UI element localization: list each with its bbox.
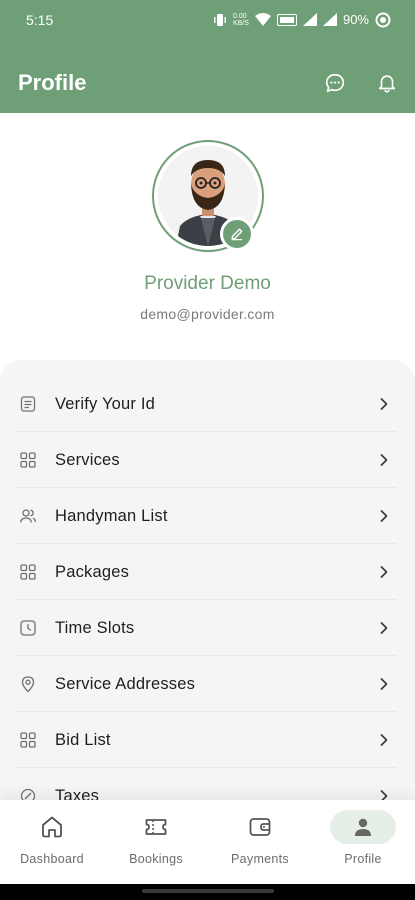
menu-item-label: Handyman List: [55, 506, 168, 525]
grid-icon: [19, 563, 37, 581]
battery-circle-icon: [375, 12, 391, 27]
nav-label: Payments: [231, 852, 289, 866]
status-icons: 0.00 KB/S 90%: [213, 12, 391, 28]
users-icon: [19, 507, 37, 525]
edit-avatar-button[interactable]: [220, 217, 254, 251]
system-gesture-bar: [0, 884, 415, 900]
nav-item-payments[interactable]: Payments: [208, 810, 312, 880]
chat-icon: [325, 73, 345, 93]
menu-item-bid-list[interactable]: Bid List: [0, 712, 415, 768]
volte-icon: [276, 13, 297, 26]
wifi-icon: [254, 13, 271, 26]
clock-icon: [19, 619, 37, 637]
app-bar-actions: [323, 71, 399, 95]
menu-item-label: Taxes: [55, 786, 100, 801]
notifications-button[interactable]: [375, 71, 399, 95]
id-card-icon: [19, 395, 37, 413]
chevron-right-icon: [377, 733, 391, 747]
profile-name: Provider Demo: [144, 273, 271, 294]
page-title: Profile: [18, 70, 87, 95]
nav-item-bookings[interactable]: Bookings: [104, 810, 208, 880]
status-time: 5:15: [26, 11, 54, 28]
chat-button[interactable]: [323, 71, 347, 95]
tax-icon: [19, 787, 37, 800]
menu-item-verify-id[interactable]: Verify Your Id: [0, 376, 415, 432]
chevron-right-icon: [377, 565, 391, 579]
pencil-icon: [231, 228, 243, 241]
chevron-right-icon: [377, 397, 391, 411]
status-bar: 5:15 0.00 KB/S 90%: [0, 0, 415, 53]
app-bar: Profile: [0, 53, 415, 113]
menu-item-packages[interactable]: Packages: [0, 544, 415, 600]
home-icon: [42, 816, 62, 838]
menu-item-label: Packages: [55, 562, 130, 581]
menu-list: Verify Your Id Services Handyman List Pa…: [0, 376, 415, 800]
nav-label: Bookings: [129, 852, 183, 866]
nav-item-dashboard[interactable]: Dashboard: [0, 810, 104, 880]
home-indicator[interactable]: [142, 889, 274, 893]
ticket-icon: [145, 819, 167, 835]
grid-icon: [19, 451, 37, 469]
battery-level: 90%: [342, 12, 369, 27]
nav-item-profile[interactable]: Profile: [311, 810, 415, 880]
profile-menu: Verify Your Id Services Handyman List Pa…: [0, 360, 415, 800]
bottom-navigation: Dashboard Bookings Payments Profile: [0, 800, 415, 884]
chevron-right-icon: [377, 509, 391, 523]
profile-email: demo@provider.com: [140, 306, 275, 322]
menu-item-handyman-list[interactable]: Handyman List: [0, 488, 415, 544]
person-icon: [355, 818, 371, 836]
menu-item-label: Service Addresses: [55, 674, 196, 693]
menu-item-taxes[interactable]: Taxes: [0, 768, 415, 800]
menu-item-label: Verify Your Id: [55, 394, 156, 413]
grid-icon: [19, 731, 37, 749]
menu-item-service-addresses[interactable]: Service Addresses: [0, 656, 415, 712]
profile-header: Provider Demo demo@provider.com: [0, 113, 415, 363]
menu-item-time-slots[interactable]: Time Slots: [0, 600, 415, 656]
nav-label: Dashboard: [20, 852, 84, 866]
chevron-right-icon: [377, 453, 391, 467]
net-speed: 0.00 KB/S: [233, 12, 249, 27]
location-pin-icon: [19, 675, 37, 693]
vibrate-icon: [214, 13, 227, 26]
signal-icon: [322, 13, 337, 26]
nav-label: Profile: [344, 852, 382, 866]
chevron-right-icon: [377, 677, 391, 691]
menu-item-label: Bid List: [55, 730, 111, 749]
bell-icon: [378, 75, 396, 93]
menu-item-label: Services: [55, 450, 120, 469]
menu-item-label: Time Slots: [55, 618, 135, 637]
wallet-icon: [249, 818, 271, 836]
signal-icon: [302, 13, 317, 26]
menu-item-services[interactable]: Services: [0, 432, 415, 488]
chevron-right-icon: [377, 621, 391, 635]
chevron-right-icon: [377, 789, 391, 800]
